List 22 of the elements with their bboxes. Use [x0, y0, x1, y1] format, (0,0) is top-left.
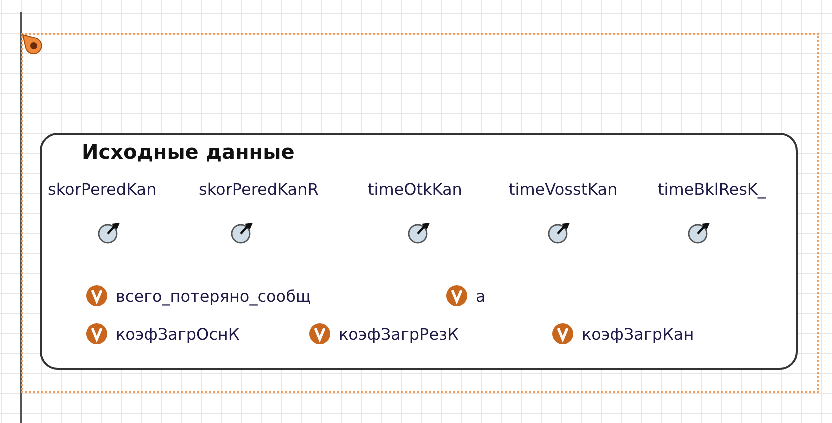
variable-label[interactable]: a	[476, 286, 486, 306]
variable-icon[interactable]	[86, 323, 108, 345]
parameter-icon[interactable]	[231, 221, 255, 245]
parameter-icon[interactable]	[688, 221, 712, 245]
location-pin-icon[interactable]	[22, 34, 44, 56]
variable-label[interactable]: коэфЗагрКан	[582, 324, 694, 344]
variable-label[interactable]: всего_потеряно_сообщ	[116, 286, 312, 306]
parameter-label[interactable]: timeVosstKan	[509, 180, 618, 199]
parameter-label[interactable]: timeBklResK_	[658, 180, 766, 199]
variable-icon[interactable]	[86, 285, 108, 307]
parameter-icon[interactable]	[408, 221, 432, 245]
parameter-label[interactable]: skorPeredKanR	[199, 180, 319, 199]
variable-label[interactable]: коэфЗагрРезК	[339, 324, 459, 344]
variable-icon[interactable]	[309, 323, 331, 345]
parameter-label[interactable]: skorPeredKan	[48, 180, 157, 199]
variable-icon[interactable]	[552, 323, 574, 345]
parameter-icon[interactable]	[98, 221, 122, 245]
parameter-label[interactable]: timeOtkKan	[368, 180, 462, 199]
variable-label[interactable]: коэфЗагрОснК	[116, 324, 240, 344]
variable-icon[interactable]	[446, 285, 468, 307]
group-title: Исходные данные	[82, 140, 295, 164]
parameter-icon[interactable]	[548, 221, 572, 245]
